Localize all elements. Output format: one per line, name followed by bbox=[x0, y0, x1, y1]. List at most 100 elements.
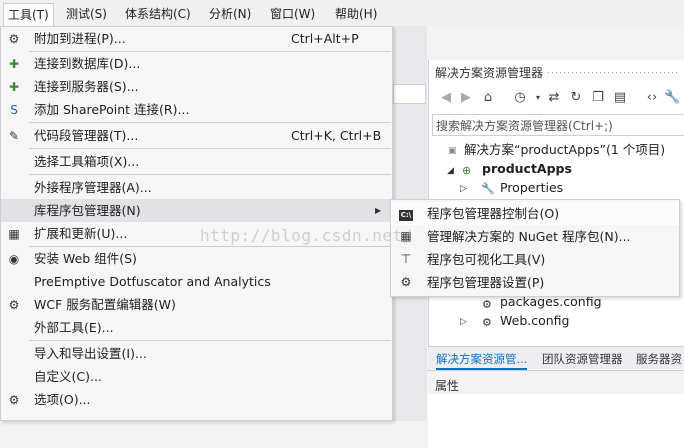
tree-item-web-config[interactable]: Web.config bbox=[500, 312, 569, 330]
menu-window[interactable]: 窗口(W) bbox=[266, 5, 319, 23]
menu-separator bbox=[29, 174, 391, 175]
menu-architecture[interactable]: 体系结构(C) bbox=[121, 5, 195, 23]
connect-database-icon: ✚ bbox=[8, 57, 20, 71]
code-snippet-icon: ✎ bbox=[8, 129, 20, 143]
solution-icon: ▣ bbox=[448, 146, 457, 156]
menu-item-addin-manager[interactable]: 外接程序管理器(A)... bbox=[1, 176, 392, 199]
menu-item-label: 外部工具(E)... bbox=[34, 320, 114, 335]
properties-title: 属性 bbox=[435, 379, 460, 393]
menu-item-label: 自定义(C)... bbox=[34, 369, 102, 384]
menu-item-label: 连接到数据库(D)... bbox=[34, 56, 141, 71]
menu-analyze[interactable]: 分析(N) bbox=[205, 5, 255, 23]
tree-item-properties[interactable]: Properties bbox=[500, 179, 563, 197]
menu-item-label: 附加到进程(P)... bbox=[34, 31, 126, 46]
submenu-arrow-icon: ▶ bbox=[375, 206, 382, 215]
menu-item-customize[interactable]: 自定义(C)... bbox=[1, 365, 392, 388]
visualizer-icon: ⊤ bbox=[400, 252, 412, 266]
properties-body bbox=[428, 394, 684, 448]
tree-item-solution[interactable]: 解决方案“productApps”(1 个项目) bbox=[464, 141, 665, 159]
submenu-item-package-settings[interactable]: ⚙ 程序包管理器设置(P) bbox=[391, 271, 679, 294]
project-icon: ⊕ bbox=[462, 164, 472, 177]
package-manager-submenu: C:\ 程序包管理器控制台(O) ▦ 管理解决方案的 NuGet 程序包(N).… bbox=[390, 199, 680, 297]
home-icon[interactable]: ⌂ bbox=[480, 90, 496, 106]
menu-item-code-snippets[interactable]: ✎ 代码段管理器(T)... Ctrl+K, Ctrl+B bbox=[1, 124, 392, 147]
menu-item-label: WCF 服务配置编辑器(W) bbox=[34, 297, 176, 312]
menu-item-label: 连接到服务器(S)... bbox=[34, 79, 139, 94]
config-file-icon: ⚙ bbox=[482, 316, 492, 329]
submenu-item-package-visualizer[interactable]: ⊤ 程序包可视化工具(V) bbox=[391, 248, 679, 271]
config-file-icon: ⚙ bbox=[482, 298, 492, 311]
menu-item-shortcut: Ctrl+Alt+P bbox=[291, 31, 359, 46]
properties-header bbox=[428, 370, 684, 395]
expand-arrow-icon[interactable]: ◢ bbox=[447, 166, 454, 176]
menu-item-label: 添加 SharePoint 连接(R)... bbox=[34, 102, 190, 117]
menu-item-sharepoint[interactable]: S 添加 SharePoint 连接(R)... bbox=[1, 98, 392, 121]
menu-help[interactable]: 帮助(H) bbox=[331, 5, 381, 23]
menu-item-label: 代码段管理器(T)... bbox=[34, 128, 139, 143]
menu-item-label: 选择工具箱项(X)... bbox=[34, 154, 140, 169]
show-all-files-icon[interactable]: ▤ bbox=[612, 90, 628, 106]
solution-search-placeholder: 搜索解决方案资源管理器(Ctrl+;) bbox=[436, 119, 613, 133]
menu-item-shortcut: Ctrl+K, Ctrl+B bbox=[291, 128, 382, 143]
menu-item-toolbox-items[interactable]: 选择工具箱项(X)... bbox=[1, 150, 392, 173]
menu-item-label: 选项(O)... bbox=[34, 392, 91, 407]
menu-item-install-web-components[interactable]: ◉ 安装 Web 组件(S) bbox=[1, 247, 392, 270]
extensions-icon: ▦ bbox=[8, 227, 20, 241]
menu-item-attach-process[interactable]: ⚙ 附加到进程(P)... Ctrl+Alt+P bbox=[1, 27, 392, 50]
back-icon[interactable]: ◀ bbox=[438, 90, 454, 106]
wrench-icon: 🔧 bbox=[481, 182, 495, 195]
panel-title-grip bbox=[548, 72, 678, 73]
view-code-icon[interactable]: ‹› bbox=[644, 90, 660, 106]
panel-tabs: 解决方案资源管... 团队资源管理器 服务器资 bbox=[428, 346, 684, 370]
menu-tools[interactable]: 工具(T) bbox=[3, 3, 54, 26]
menu-item-library-package-manager[interactable]: 库程序包管理器(N) ▶ bbox=[1, 199, 392, 222]
attach-process-icon: ⚙ bbox=[8, 32, 20, 46]
collapse-arrow-icon[interactable]: ▷ bbox=[460, 184, 467, 194]
submenu-item-label: 程序包管理器控制台(O) bbox=[427, 206, 560, 221]
menu-item-label: 库程序包管理器(N) bbox=[34, 203, 141, 218]
menu-item-dotfuscator[interactable]: PreEmptive Dotfuscator and Analytics bbox=[1, 270, 392, 293]
submenu-item-manage-nuget[interactable]: ▦ 管理解决方案的 NuGet 程序包(N)... bbox=[391, 225, 679, 248]
tree-item-project[interactable]: productApps bbox=[482, 160, 572, 178]
watermark-text: http://blog.csdn.net/ bbox=[200, 226, 413, 245]
wcf-config-icon: ⚙ bbox=[8, 298, 20, 312]
solution-explorer-title: 解决方案资源管理器 bbox=[435, 66, 544, 80]
menu-item-label: 扩展和更新(U)... bbox=[34, 226, 128, 241]
sync-icon[interactable]: ⇄ bbox=[546, 90, 562, 106]
tab-solution-explorer[interactable]: 解决方案资源管... bbox=[436, 350, 528, 370]
properties-wrench-icon[interactable]: 🔧 bbox=[664, 90, 680, 106]
forward-icon[interactable]: ▶ bbox=[458, 90, 474, 106]
menu-item-connect-database[interactable]: ✚ 连接到数据库(D)... bbox=[1, 52, 392, 75]
menu-item-wcf-config[interactable]: ⚙ WCF 服务配置编辑器(W) bbox=[1, 293, 392, 316]
tab-server-explorer[interactable]: 服务器资 bbox=[636, 350, 682, 368]
submenu-item-package-console[interactable]: C:\ 程序包管理器控制台(O) bbox=[391, 202, 679, 225]
collapse-all-icon[interactable]: ❐ bbox=[590, 90, 606, 106]
menu-separator bbox=[29, 148, 391, 149]
menu-item-options[interactable]: ⚙ 选项(O)... bbox=[1, 388, 392, 411]
connect-server-icon: ✚ bbox=[8, 80, 20, 94]
refresh-icon[interactable]: ↻ bbox=[568, 90, 584, 106]
chevron-down-icon[interactable]: ▾ bbox=[530, 90, 546, 106]
menu-item-import-export[interactable]: 导入和导出设置(I)... bbox=[1, 342, 392, 365]
collapse-arrow-icon[interactable]: ▷ bbox=[460, 317, 467, 327]
console-icon: C:\ bbox=[399, 210, 413, 221]
solution-explorer-toolbar: ◀ ▶ ⌂ ◷ ▾ ⇄ ↻ ❐ ▤ ‹› 🔧 bbox=[432, 86, 684, 110]
options-gear-icon: ⚙ bbox=[8, 393, 20, 407]
menu-separator bbox=[29, 340, 391, 341]
menubar: 工具(T) 测试(S) 体系结构(C) 分析(N) 窗口(W) 帮助(H) bbox=[0, 0, 684, 26]
menu-item-label: 导入和导出设置(I)... bbox=[34, 346, 147, 361]
tools-dropdown-menu: ⚙ 附加到进程(P)... Ctrl+Alt+P ✚ 连接到数据库(D)... … bbox=[0, 26, 393, 421]
submenu-item-label: 程序包管理器设置(P) bbox=[427, 275, 545, 290]
menu-item-connect-server[interactable]: ✚ 连接到服务器(S)... bbox=[1, 75, 392, 98]
submenu-item-label: 程序包可视化工具(V) bbox=[427, 252, 546, 267]
menu-item-external-tools[interactable]: 外部工具(E)... bbox=[1, 316, 392, 339]
menu-item-label: 安装 Web 组件(S) bbox=[34, 251, 137, 266]
menu-test[interactable]: 测试(S) bbox=[62, 5, 111, 23]
tab-team-explorer[interactable]: 团队资源管理器 bbox=[542, 350, 623, 368]
menu-item-label: PreEmptive Dotfuscator and Analytics bbox=[34, 274, 271, 289]
menu-separator bbox=[29, 122, 391, 123]
menu-item-label: 外接程序管理器(A)... bbox=[34, 180, 152, 195]
submenu-item-label: 管理解决方案的 NuGet 程序包(N)... bbox=[427, 229, 631, 244]
editor-combo[interactable] bbox=[393, 84, 426, 104]
history-icon[interactable]: ◷ bbox=[512, 90, 528, 106]
